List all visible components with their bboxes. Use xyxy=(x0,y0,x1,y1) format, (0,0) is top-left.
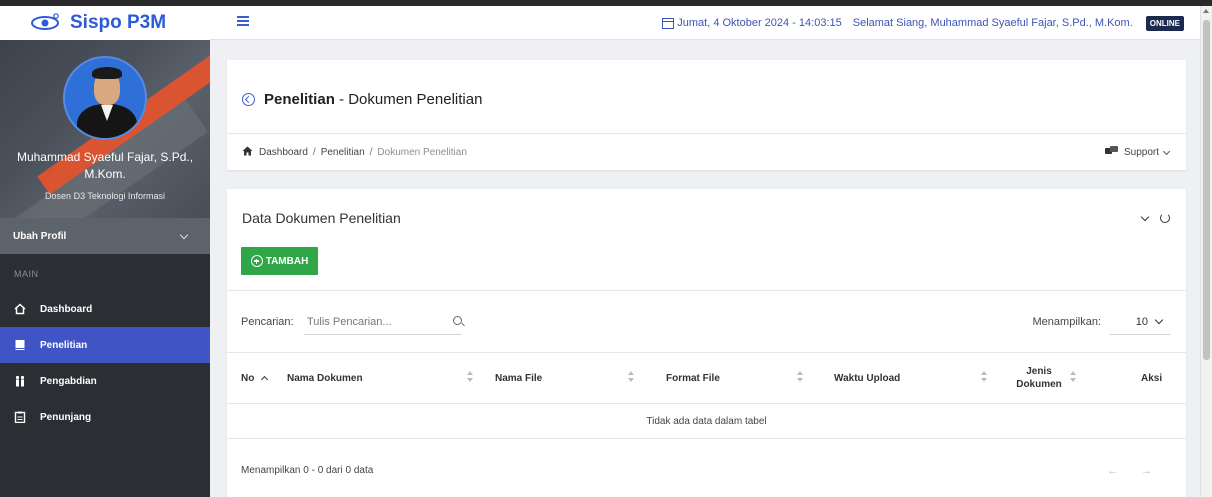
scroll-up-icon[interactable] xyxy=(1203,9,1209,13)
datetime: Jumat, 4 Oktober 2024 - 14:03:15 xyxy=(677,17,842,29)
menu-section-label: MAIN xyxy=(14,269,39,279)
people-icon xyxy=(14,375,26,387)
breadcrumb-separator: / xyxy=(369,147,373,158)
column-label: No xyxy=(241,372,255,384)
home-icon[interactable] xyxy=(242,146,253,159)
sidebar-menu: Dashboard Penelitian Pengabdian Penunjan… xyxy=(0,291,210,435)
sidebar-item-dashboard[interactable]: Dashboard xyxy=(0,291,210,327)
column-header-format-file[interactable]: Format File xyxy=(666,353,720,403)
data-card: Data Dokumen Penelitian TAMBAH Pencarian… xyxy=(227,189,1186,497)
breadcrumb-current: Dokumen Penelitian xyxy=(377,147,467,158)
home-icon xyxy=(14,303,26,315)
breadcrumb-penelitian[interactable]: Penelitian xyxy=(321,147,365,158)
chevron-down-icon xyxy=(1162,147,1171,155)
edit-profile-button[interactable]: Ubah Profil xyxy=(0,218,210,254)
column-label: Jenis Dokumen xyxy=(1016,366,1062,390)
column-label: Nama Dokumen xyxy=(287,372,363,384)
chevron-down-icon xyxy=(1154,315,1164,325)
table-header: No Nama Dokumen Nama File Format File Wa… xyxy=(227,353,1186,403)
greeting[interactable]: Selamat Siang, Muhammad Syaeful Fajar, S… xyxy=(853,17,1133,29)
search-label: Pencarian: xyxy=(241,316,294,328)
sort-icon[interactable] xyxy=(467,371,473,383)
brand[interactable]: Sispo P3M xyxy=(0,6,210,40)
page-header-card: Penelitian - Dokumen Penelitian Dashboar… xyxy=(227,60,1186,170)
plus-circle-icon xyxy=(250,255,263,267)
page-title-sub: - Dokumen Penelitian xyxy=(334,91,483,108)
column-label: Nama File xyxy=(495,372,543,384)
sort-asc-icon xyxy=(261,375,269,384)
page-title: Penelitian - Dokumen Penelitian xyxy=(242,91,482,108)
profile-role: Dosen D3 Teknologi Informasi xyxy=(45,191,165,201)
menu-toggle-icon[interactable] xyxy=(237,16,249,28)
breadcrumb: Dashboard / Penelitian / Dokumen Penelit… xyxy=(242,146,467,159)
empty-table-row: Tidak ada data dalam tabel xyxy=(646,415,767,427)
sidebar-item-label: Pengabdian xyxy=(40,375,97,387)
column-header-waktu-upload[interactable]: Waktu Upload xyxy=(834,353,900,403)
page-title-main: Penelitian xyxy=(264,91,335,108)
column-header-aksi: Aksi xyxy=(1141,353,1162,403)
profile-name: Muhammad Syaeful Fajar, S.Pd., M.Kom. xyxy=(16,150,194,181)
topbar-info: Jumat, 4 Oktober 2024 - 14:03:15 Selamat… xyxy=(662,6,1184,40)
card-tools xyxy=(1140,212,1170,223)
avatar-hair xyxy=(92,67,122,79)
page-size-select[interactable]: 10 xyxy=(1110,309,1170,335)
status-badge: ONLINE xyxy=(1145,15,1184,31)
column-label: Format File xyxy=(666,372,720,384)
search-input[interactable] xyxy=(304,309,462,335)
column-label: Waktu Upload xyxy=(834,372,901,384)
profile-panel: Muhammad Syaeful Fajar, S.Pd., M.Kom. Do… xyxy=(0,40,210,218)
sidebar-item-label: Penunjang xyxy=(40,411,92,423)
add-button-label: TAMBAH xyxy=(265,255,309,267)
avatar[interactable] xyxy=(63,56,147,140)
divider xyxy=(227,133,1186,134)
column-header-no[interactable]: No xyxy=(241,353,269,403)
back-icon[interactable] xyxy=(242,93,255,106)
page-size-value: 10 xyxy=(1135,315,1148,328)
edit-profile-label: Ubah Profil xyxy=(13,230,67,242)
calendar-icon xyxy=(662,17,675,29)
card-title: Data Dokumen Penelitian xyxy=(242,210,401,226)
sidebar: Muhammad Syaeful Fajar, S.Pd., M.Kom. Do… xyxy=(0,40,210,497)
page-size-label: Menampilkan: xyxy=(1032,316,1101,328)
breadcrumb-separator: / xyxy=(312,147,316,158)
support-icon xyxy=(1104,146,1118,159)
chevron-down-icon xyxy=(179,230,189,239)
logo-icon xyxy=(31,13,59,30)
page-scrollbar[interactable] xyxy=(1200,6,1212,497)
column-label: Aksi xyxy=(1141,372,1163,384)
top-bar: Sispo P3M Jumat, 4 Oktober 2024 - 14:03:… xyxy=(0,6,1212,40)
sidebar-item-penelitian[interactable]: Penelitian xyxy=(0,327,210,363)
table-info: Menampilkan 0 - 0 dari 0 data xyxy=(241,465,374,476)
sidebar-item-penunjang[interactable]: Penunjang xyxy=(0,399,210,435)
add-button[interactable]: TAMBAH xyxy=(241,247,318,275)
collapse-icon[interactable] xyxy=(1140,212,1150,221)
column-header-nama-file[interactable]: Nama File xyxy=(495,353,542,403)
sidebar-item-pengabdian[interactable]: Pengabdian xyxy=(0,363,210,399)
sidebar-item-label: Dashboard xyxy=(40,303,93,315)
support-dropdown[interactable]: Support xyxy=(1104,146,1171,159)
refresh-icon[interactable] xyxy=(1160,213,1170,223)
divider xyxy=(227,438,1186,439)
sidebar-item-label: Penelitian xyxy=(40,339,88,351)
sort-icon[interactable] xyxy=(1070,371,1076,383)
sort-icon[interactable] xyxy=(981,371,987,383)
brand-name: Sispo P3M xyxy=(70,12,167,33)
sort-icon[interactable] xyxy=(797,371,803,383)
scrollbar-thumb[interactable] xyxy=(1203,20,1210,360)
support-label: Support xyxy=(1123,147,1159,158)
column-header-jenis-dokumen[interactable]: Jenis Dokumen xyxy=(1016,353,1062,403)
breadcrumb-dashboard[interactable]: Dashboard xyxy=(259,147,308,158)
divider xyxy=(227,290,1186,291)
sort-icon[interactable] xyxy=(628,371,634,383)
pagination[interactable]: ← → xyxy=(1107,465,1162,477)
book-icon xyxy=(14,339,26,351)
clipboard-icon xyxy=(14,411,26,423)
column-header-nama-dokumen[interactable]: Nama Dokumen xyxy=(287,353,363,403)
search-icon[interactable] xyxy=(453,316,462,325)
